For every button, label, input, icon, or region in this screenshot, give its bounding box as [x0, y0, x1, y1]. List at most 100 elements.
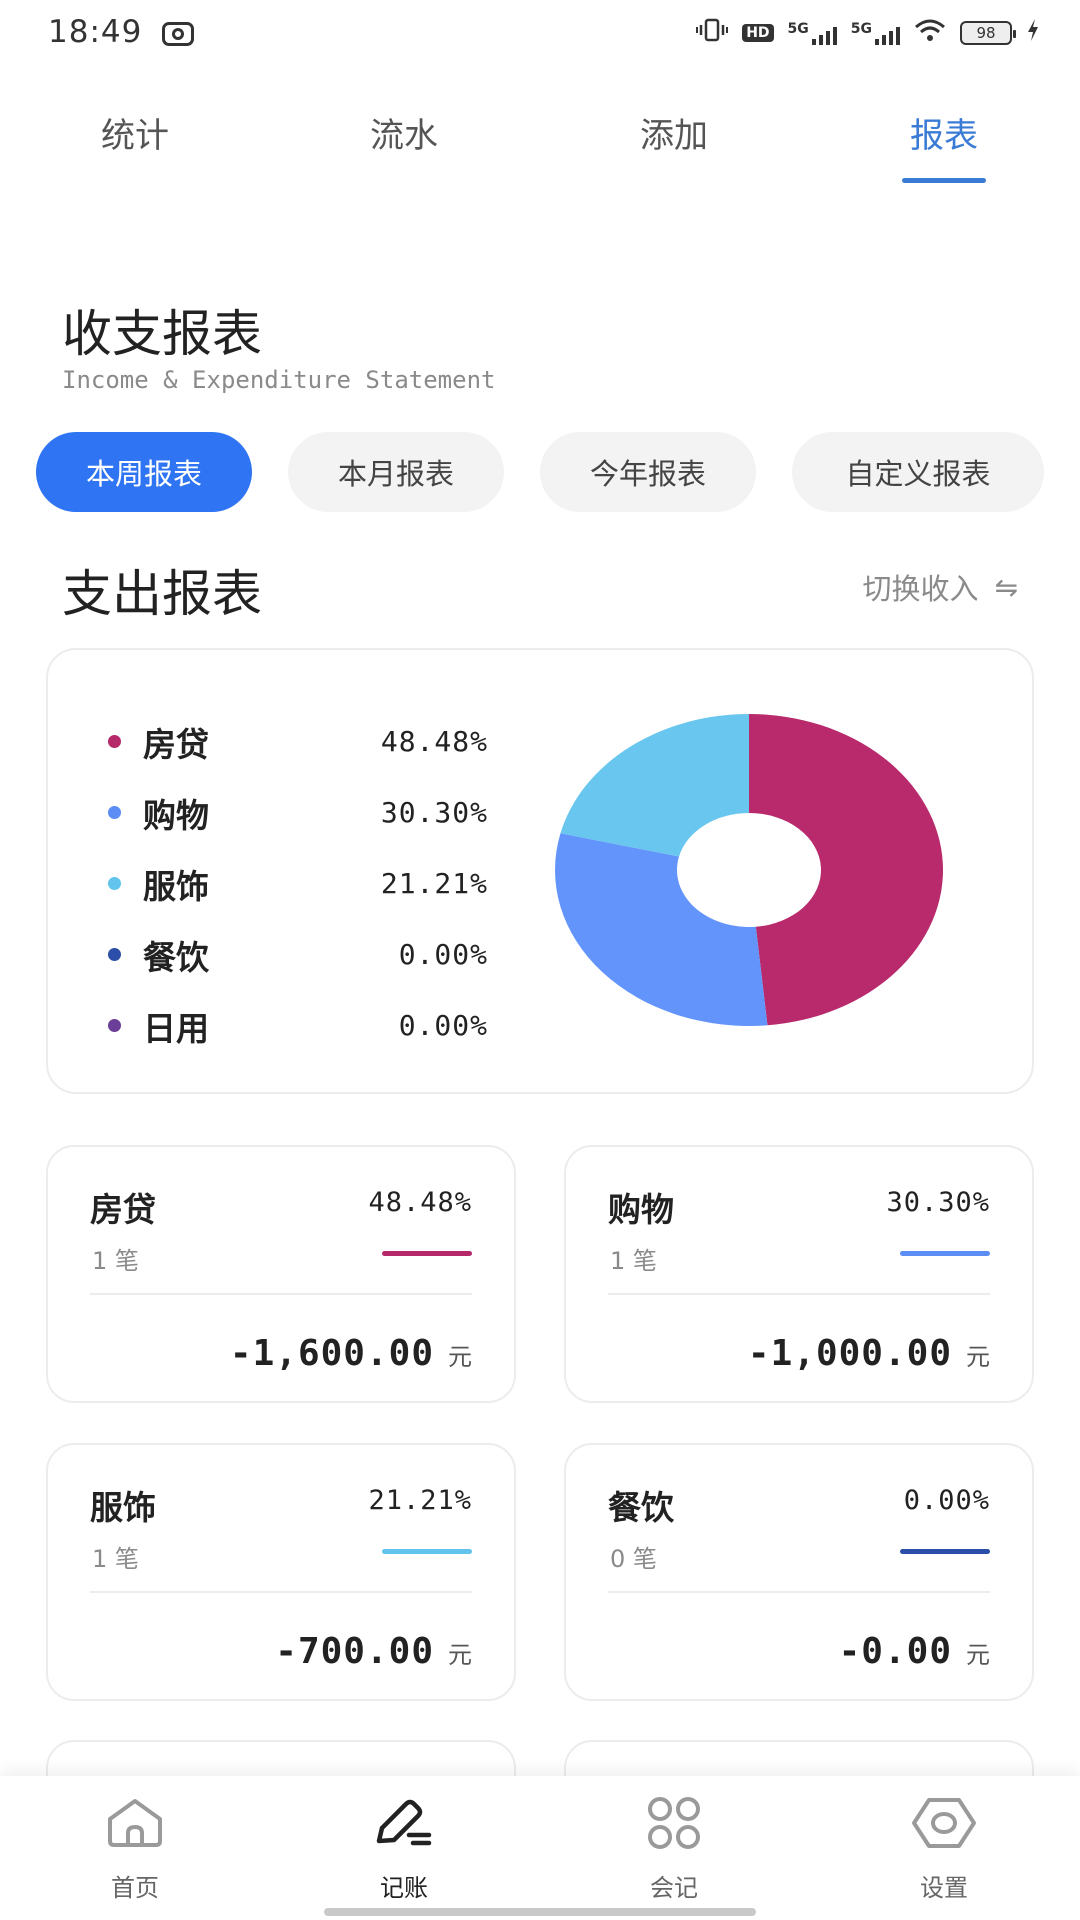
active-tab-indicator	[902, 178, 986, 183]
tab-statistics[interactable]: 统计	[75, 108, 195, 157]
legend-item: 服饰 21.21%	[108, 848, 488, 919]
category-percent: 0.00%	[903, 1485, 990, 1516]
legend-dot	[108, 877, 121, 890]
status-time: 18:49	[48, 14, 143, 50]
switch-income-label: 切换收入	[862, 572, 979, 606]
legend-item: 房贷 48.48%	[108, 706, 488, 777]
category-color-bar	[382, 1251, 472, 1256]
bottom-nav: 首页 记账 会记 设置	[0, 1776, 1080, 1920]
period-custom-chip[interactable]: 自定义报表	[792, 432, 1044, 512]
legend-value: 0.00%	[398, 1009, 488, 1042]
nav-label: 设置	[920, 1874, 968, 1902]
period-year-chip[interactable]: 今年报表	[540, 432, 756, 512]
legend-value: 0.00%	[398, 938, 488, 971]
nav-home[interactable]: 首页	[75, 1790, 195, 1903]
wifi-icon	[914, 18, 946, 47]
category-percent: 30.30%	[886, 1187, 990, 1218]
legend-value: 48.48%	[380, 725, 488, 758]
page-title: 收支报表	[62, 305, 262, 363]
category-amount: -0.00 元	[839, 1631, 990, 1672]
period-month-chip[interactable]: 本月报表	[288, 432, 504, 512]
donut-slice-服饰[interactable]	[560, 714, 749, 857]
category-amount: -1,000.00 元	[748, 1333, 990, 1374]
charging-icon	[1026, 18, 1040, 47]
hd-badge: HD	[742, 23, 774, 42]
donut-slice-购物[interactable]	[554, 833, 768, 1026]
nav-bookkeeping[interactable]: 记账	[344, 1790, 464, 1903]
settings-icon	[884, 1790, 1004, 1856]
category-count: 1 笔	[92, 1545, 139, 1573]
category-color-bar	[382, 1549, 472, 1554]
currency-unit: 元	[966, 1641, 990, 1669]
category-name: 餐饮	[608, 1488, 674, 1527]
nav-label: 首页	[111, 1874, 159, 1902]
status-bar: 18:49 HD 5G 5G 98	[0, 0, 1080, 70]
network-type-2: 5G	[850, 20, 872, 37]
battery-icon: 98	[960, 20, 1016, 45]
donut-slice-房贷[interactable]	[749, 714, 943, 1026]
category-amount: -1,600.00 元	[230, 1333, 472, 1374]
home-icon	[75, 1790, 195, 1856]
tab-add[interactable]: 添加	[614, 108, 734, 157]
divider	[90, 1293, 472, 1295]
category-percent: 21.21%	[368, 1485, 472, 1516]
screen-record-icon	[162, 22, 194, 46]
home-indicator	[324, 1908, 756, 1916]
category-card-clothing[interactable]: 服饰 21.21% 1 笔 -700.00 元	[46, 1443, 516, 1701]
legend-value: 30.30%	[380, 796, 488, 829]
amount-value: -1,000.00	[747, 1333, 952, 1374]
currency-unit: 元	[448, 1641, 472, 1669]
legend-value: 21.21%	[380, 867, 488, 900]
category-name: 服饰	[90, 1488, 156, 1527]
legend-item: 购物 30.30%	[108, 777, 488, 848]
signal-bars-icon	[875, 21, 900, 45]
signal-bars-icon	[811, 21, 837, 45]
swap-icon: ⇋	[994, 570, 1018, 604]
section-title: 支出报表	[62, 565, 262, 623]
category-name: 购物	[608, 1190, 674, 1229]
nav-label: 会记	[650, 1874, 698, 1902]
tab-flow[interactable]: 流水	[344, 108, 464, 157]
divider	[608, 1293, 990, 1295]
legend-dot	[108, 735, 121, 748]
category-name: 房贷	[90, 1190, 156, 1229]
chart-legend: 房贷 48.48% 购物 30.30% 服饰 21.21% 餐饮 0.00% 日…	[108, 706, 488, 1061]
status-indicators: HD 5G 5G 98	[696, 18, 1040, 47]
currency-unit: 元	[448, 1343, 472, 1371]
amount-value: -1,600.00	[229, 1333, 434, 1374]
category-color-bar	[900, 1549, 990, 1554]
legend-name: 日用	[143, 1008, 209, 1048]
category-color-bar	[900, 1251, 990, 1256]
page-subtitle: Income & Expenditure Statement	[62, 366, 496, 394]
category-count: 0 笔	[610, 1545, 657, 1573]
category-count: 1 笔	[610, 1247, 657, 1275]
signal-1: 5G	[788, 21, 837, 45]
expense-chart-card: 房贷 48.48% 购物 30.30% 服饰 21.21% 餐饮 0.00% 日…	[46, 648, 1034, 1094]
legend-item: 日用 0.00%	[108, 990, 488, 1061]
amount-value: -0.00	[838, 1631, 952, 1672]
legend-dot	[108, 806, 121, 819]
legend-name: 购物	[143, 795, 209, 835]
signal-2: 5G	[851, 21, 900, 45]
currency-unit: 元	[966, 1343, 990, 1371]
nav-label: 记账	[380, 1874, 428, 1902]
legend-item: 餐饮 0.00%	[108, 919, 488, 990]
category-percent: 48.48%	[368, 1187, 472, 1218]
switch-income-button[interactable]: 切换收入 ⇋	[863, 566, 1018, 608]
category-card-mortgage[interactable]: 房贷 48.48% 1 笔 -1,600.00 元	[46, 1145, 516, 1403]
expense-donut-chart[interactable]	[554, 710, 954, 1030]
legend-name: 房贷	[143, 724, 209, 764]
vibrate-icon	[696, 18, 729, 47]
period-week-chip[interactable]: 本周报表	[36, 432, 252, 512]
legend-name: 服饰	[143, 866, 209, 906]
category-card-dining[interactable]: 餐饮 0.00% 0 笔 -0.00 元	[564, 1443, 1034, 1701]
category-count: 1 笔	[92, 1247, 139, 1275]
top-tab-bar: 统计 流水 添加 报表	[0, 100, 1080, 190]
nav-settings[interactable]: 设置	[884, 1790, 1004, 1903]
network-type-1: 5G	[787, 20, 809, 37]
category-card-shopping[interactable]: 购物 30.30% 1 笔 -1,000.00 元	[564, 1145, 1034, 1403]
legend-dot	[108, 1019, 121, 1032]
nav-ledger[interactable]: 会记	[614, 1790, 734, 1903]
tab-report[interactable]: 报表	[884, 108, 1004, 157]
divider	[90, 1591, 472, 1593]
